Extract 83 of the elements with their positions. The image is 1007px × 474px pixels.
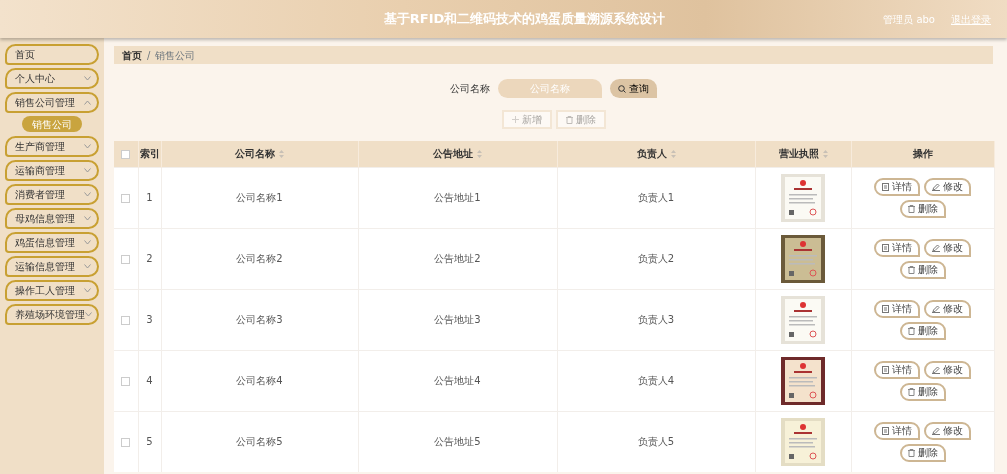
sidebar-item[interactable]: 母鸡信息管理 — [5, 208, 99, 229]
delete-button[interactable]: 删除 — [899, 443, 946, 462]
row-index: 4 — [146, 375, 153, 386]
document-icon — [882, 304, 889, 313]
detail-button[interactable]: 详情 — [874, 299, 920, 318]
edit-button[interactable]: 修改 — [924, 421, 971, 440]
pencil-icon — [932, 243, 940, 252]
pencil-icon — [932, 182, 940, 191]
trash-icon — [907, 265, 915, 274]
row-index: 1 — [146, 192, 153, 203]
pencil-icon — [932, 304, 940, 313]
table-cell: 公司名称2 — [236, 253, 283, 264]
table-cell: 公司名称5 — [236, 436, 283, 448]
column-header: 操作 — [912, 147, 933, 162]
edit-button[interactable]: 修改 — [924, 238, 971, 257]
table-cell: 公告地址3 — [434, 314, 481, 325]
detail-button[interactable]: 详情 — [874, 360, 920, 379]
table-cell: 负责人4 — [637, 375, 675, 386]
column-header: 营业执照 — [778, 147, 819, 162]
document-icon — [882, 243, 889, 252]
breadcrumb-link[interactable]: 首页 — [122, 47, 142, 63]
row-index: 2 — [146, 253, 153, 264]
edit-button[interactable]: 修改 — [924, 360, 971, 379]
sidebar-item[interactable]: 运输信息管理 — [5, 256, 99, 277]
row-checkbox[interactable] — [121, 254, 131, 264]
sidebar-item[interactable]: 消费者管理 — [5, 184, 99, 205]
sidebar-item[interactable]: 鸡蛋信息管理 — [5, 232, 99, 253]
detail-button[interactable]: 详情 — [874, 421, 920, 440]
search-icon — [618, 84, 626, 93]
edit-button[interactable]: 修改 — [924, 299, 971, 318]
row-index: 5 — [146, 436, 153, 448]
sidebar-item[interactable]: 运输商管理 — [5, 160, 99, 181]
document-icon — [882, 426, 889, 435]
page-title: 基于RFID和二维码技术的鸡蛋质量溯源系统设计 — [383, 11, 666, 27]
delete-button[interactable]: 删除 — [899, 321, 946, 340]
trash-icon — [907, 448, 915, 457]
field-label: 公司名称 — [450, 82, 490, 96]
table-cell: 公司名称4 — [236, 375, 283, 386]
pencil-icon — [932, 365, 940, 374]
row-checkbox[interactable] — [121, 437, 131, 447]
sidebar-item[interactable]: 销售公司管理 — [5, 92, 99, 113]
delete-button[interactable]: 删除 — [899, 260, 946, 279]
table-cell: 公司名称1 — [236, 192, 283, 203]
detail-button[interactable]: 详情 — [874, 238, 920, 257]
search-button[interactable]: 查询 — [610, 79, 657, 98]
table-cell: 负责人1 — [637, 192, 675, 203]
table-cell: 公告地址2 — [434, 253, 481, 264]
sidebar-item[interactable]: 养殖场环境管理 — [5, 304, 99, 325]
pencil-icon — [932, 426, 940, 435]
row-checkbox[interactable] — [121, 315, 131, 325]
table-cell: 负责人3 — [637, 314, 675, 325]
plus-icon — [511, 116, 519, 123]
column-header: 公告地址 — [433, 147, 473, 162]
table-cell: 公司名称3 — [236, 314, 283, 325]
row-checkbox[interactable] — [121, 376, 131, 386]
sidebar-item[interactable]: 生产商管理 — [5, 136, 99, 157]
column-header: 索引 — [139, 147, 160, 162]
table-cell: 公告地址1 — [434, 192, 481, 203]
edit-button[interactable]: 修改 — [924, 177, 971, 196]
sidebar-item[interactable]: 个人中心 — [5, 68, 99, 89]
delete-button[interactable]: 删除 — [899, 199, 946, 218]
trash-icon — [907, 204, 915, 213]
row-checkbox[interactable] — [121, 193, 131, 203]
document-icon — [882, 182, 889, 191]
table-cell: 负责人5 — [637, 436, 675, 448]
detail-button[interactable]: 详情 — [874, 177, 920, 196]
trash-icon — [907, 387, 915, 396]
table-cell: 负责人2 — [637, 253, 675, 264]
sidebar-item[interactable]: 操作工人管理 — [5, 280, 99, 301]
user-name: 管理员 abo — [883, 12, 935, 27]
table-cell: 公告地址4 — [434, 375, 481, 386]
trash-icon — [907, 326, 915, 335]
sidebar-item[interactable]: 首页 — [5, 44, 99, 65]
column-header: 公司名称 — [235, 147, 275, 162]
select-all-checkbox[interactable] — [121, 149, 131, 159]
row-index: 3 — [146, 314, 153, 325]
column-header: 负责人 — [636, 147, 667, 162]
breadcrumb-current: 销售公司 — [155, 48, 196, 63]
table-cell: 公告地址5 — [434, 436, 481, 448]
breadcrumb-separator: / — [147, 48, 151, 63]
delete-button[interactable]: 删除 — [899, 382, 946, 401]
trash-icon — [565, 115, 573, 124]
document-icon — [882, 365, 889, 374]
